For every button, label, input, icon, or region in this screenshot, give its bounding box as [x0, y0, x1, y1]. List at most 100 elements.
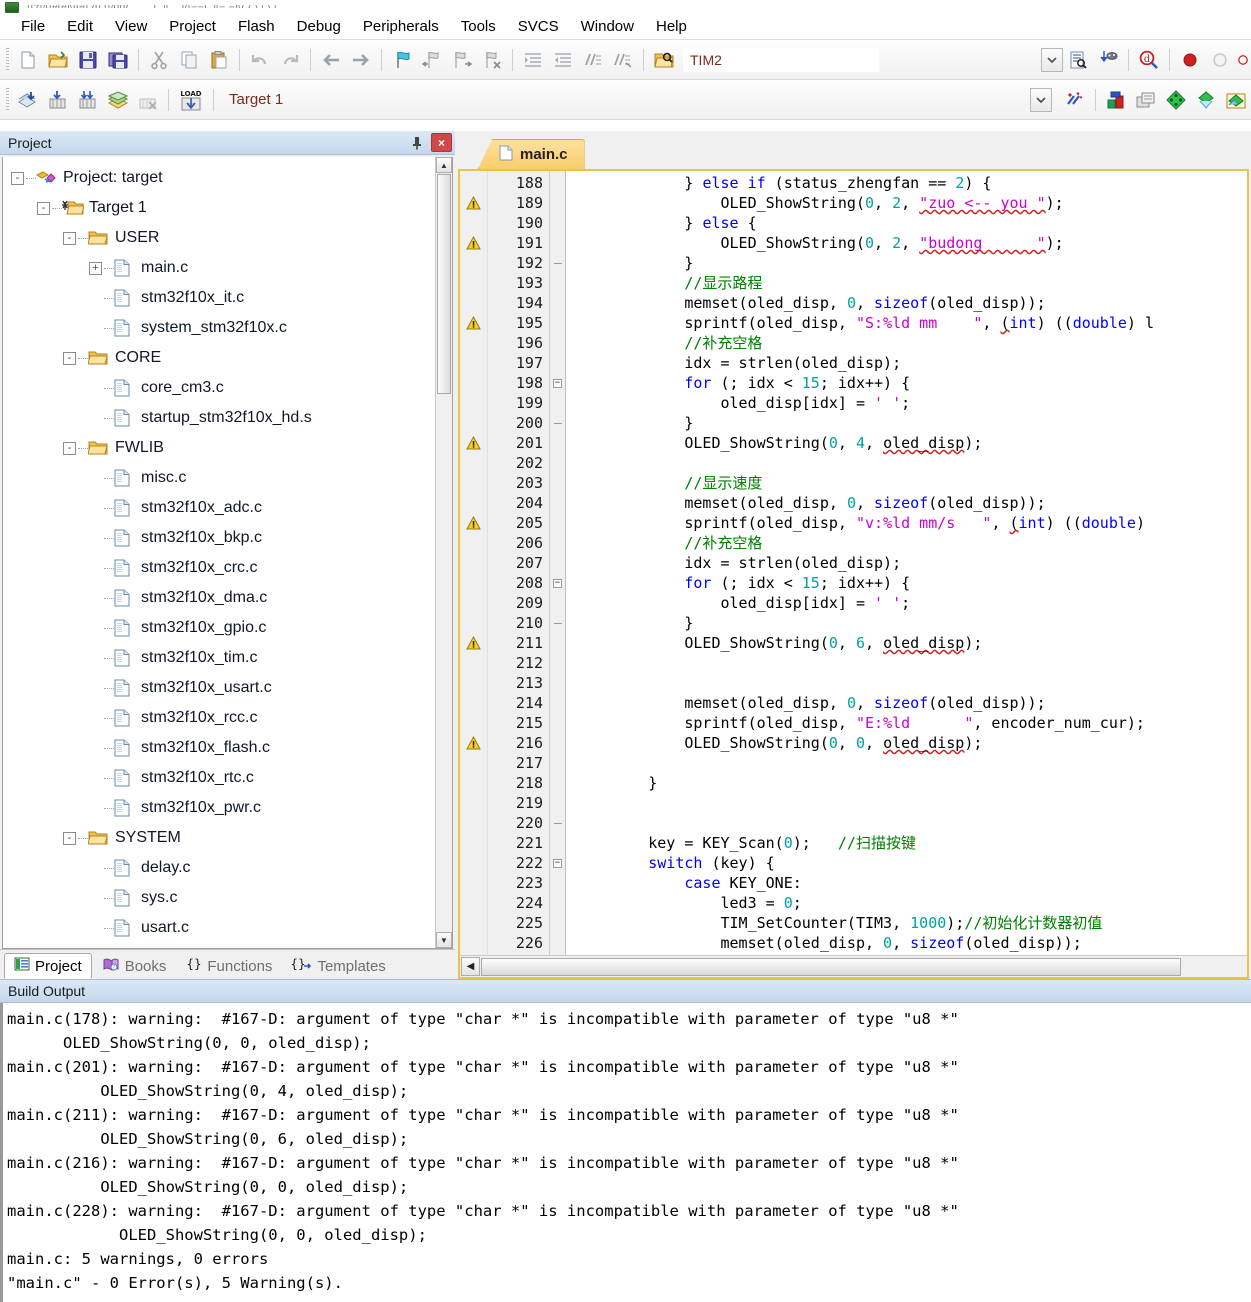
tree-item-main-c[interactable]: + main.c	[11, 253, 435, 283]
find-in-files-icon[interactable]	[649, 45, 679, 75]
cut-icon[interactable]	[144, 45, 174, 75]
menu-project[interactable]: Project	[158, 15, 227, 38]
select-software-packs-icon[interactable]	[1191, 85, 1221, 115]
menu-edit[interactable]: Edit	[56, 15, 104, 38]
collapse-icon[interactable]: -	[63, 231, 76, 245]
menu-peripherals[interactable]: Peripherals	[352, 15, 450, 38]
chevron-down-icon[interactable]	[1041, 47, 1063, 72]
tree-item-stm32f10x-bkp-c[interactable]: stm32f10x_bkp.c	[11, 523, 435, 553]
pane-tab-project[interactable]: Project	[4, 953, 92, 979]
open-file-icon[interactable]	[43, 45, 73, 75]
bookmark-next-icon[interactable]	[447, 45, 477, 75]
pane-tab-books[interactable]: ? Books	[92, 953, 177, 979]
target-options-icon[interactable]	[1060, 85, 1090, 115]
tree-item-sys-c[interactable]: sys.c	[11, 883, 435, 913]
pack-select-icon[interactable]	[1221, 85, 1251, 115]
uncomment-icon[interactable]	[608, 45, 638, 75]
indent-icon[interactable]	[518, 45, 548, 75]
warning-icon[interactable]	[460, 733, 487, 753]
pin-icon[interactable]	[407, 134, 427, 152]
stop-build-icon[interactable]	[133, 85, 163, 115]
close-icon[interactable]: ×	[431, 133, 452, 152]
target-selector[interactable]: Target 1	[229, 91, 283, 108]
warning-icon[interactable]	[460, 513, 487, 533]
breakpoint-red-icon[interactable]	[1175, 45, 1205, 75]
pane-tab-templates[interactable]: {} Templates	[282, 953, 395, 979]
collapse-icon[interactable]: -	[37, 201, 50, 215]
chevron-down-icon[interactable]	[1030, 87, 1052, 112]
tree-item-misc-c[interactable]: misc.c	[11, 463, 435, 493]
tree-item-core-cm3-c[interactable]: core_cm3.c	[11, 373, 435, 403]
warning-icon[interactable]	[460, 233, 487, 253]
scroll-down-icon[interactable]: ▼	[436, 932, 452, 948]
warning-gutter[interactable]	[460, 171, 488, 955]
breakpoint-disable-icon[interactable]	[1205, 45, 1235, 75]
tree-item-fwlib[interactable]: - FWLIB	[11, 433, 435, 463]
toolbar-grip[interactable]	[6, 87, 9, 112]
manage-components-icon[interactable]	[1101, 85, 1131, 115]
fold-toggle-icon[interactable]: −	[550, 853, 565, 873]
save-icon[interactable]	[73, 45, 103, 75]
scroll-left-icon[interactable]: ◀	[461, 957, 480, 976]
build-icon[interactable]	[43, 85, 73, 115]
rebuild-icon[interactable]	[73, 85, 103, 115]
tree-item-stm32f10x-dma-c[interactable]: stm32f10x_dma.c	[11, 583, 435, 613]
fold-toggle-icon[interactable]	[550, 613, 565, 633]
warning-icon[interactable]	[460, 433, 487, 453]
debug-magnifier-icon[interactable]: d	[1134, 45, 1164, 75]
fold-toggle-icon[interactable]	[550, 813, 565, 833]
tree-item-system[interactable]: - SYSTEM	[11, 823, 435, 853]
menu-view[interactable]: View	[104, 15, 158, 38]
tree-item-stm32f10x-flash-c[interactable]: stm32f10x_flash.c	[11, 733, 435, 763]
bookmark-prev-icon[interactable]	[417, 45, 447, 75]
scrollbar-thumb[interactable]	[437, 174, 451, 394]
code-folding-gutter[interactable]: − − −	[550, 171, 566, 955]
fold-toggle-icon[interactable]	[550, 413, 565, 433]
tree-item-stm32f10x-pwr-c[interactable]: stm32f10x_pwr.c	[11, 793, 435, 823]
batch-build-icon[interactable]	[103, 85, 133, 115]
load-icon[interactable]: LOAD	[174, 85, 208, 115]
tree-item-project-target[interactable]: - Project: target	[11, 163, 435, 193]
menu-window[interactable]: Window	[570, 15, 645, 38]
collapse-icon[interactable]: -	[11, 171, 24, 185]
save-all-icon[interactable]	[103, 45, 133, 75]
copy-icon[interactable]	[174, 45, 204, 75]
tree-item-user[interactable]: - USER	[11, 223, 435, 253]
tree-item-system-stm32f10x-c[interactable]: system_stm32f10x.c	[11, 313, 435, 343]
pack-installer-icon[interactable]	[1131, 85, 1161, 115]
scroll-up-icon[interactable]: ▲	[436, 157, 452, 173]
tree-item-stm32f10x-it-c[interactable]: stm32f10x_it.c	[11, 283, 435, 313]
translate-icon[interactable]	[13, 85, 43, 115]
fold-toggle-icon[interactable]: −	[550, 373, 565, 393]
collapse-icon[interactable]: -	[63, 441, 76, 455]
hscrollbar-thumb[interactable]	[481, 957, 1181, 976]
tree-item-startup-stm32f10x-hd-s[interactable]: startup_stm32f10x_hd.s	[11, 403, 435, 433]
tree-item-stm32f10x-adc-c[interactable]: stm32f10x_adc.c	[11, 493, 435, 523]
fold-toggle-icon[interactable]: −	[550, 573, 565, 593]
menu-debug[interactable]: Debug	[286, 15, 352, 38]
breakpoint-disable-all-icon[interactable]	[1235, 45, 1251, 75]
toolbar-grip[interactable]	[6, 47, 9, 72]
configure-icon[interactable]	[1093, 45, 1123, 75]
menu-flash[interactable]: Flash	[227, 15, 286, 38]
warning-icon[interactable]	[460, 313, 487, 333]
comment-icon[interactable]	[578, 45, 608, 75]
undo-icon[interactable]	[245, 45, 275, 75]
forward-arrow-icon[interactable]	[346, 45, 376, 75]
project-tree-scrollbar[interactable]: ▲ ▼	[435, 157, 452, 948]
collapse-icon[interactable]: -	[63, 351, 76, 365]
tree-item-core[interactable]: - CORE	[11, 343, 435, 373]
manage-rte-icon[interactable]	[1161, 85, 1191, 115]
tree-item-usart-c[interactable]: usart.c	[11, 913, 435, 943]
editor-horizontal-scrollbar[interactable]: ◀	[460, 955, 1247, 977]
pane-tab-functions[interactable]: {} Functions	[176, 953, 282, 979]
expand-icon[interactable]: +	[89, 261, 102, 275]
search-input[interactable]: TIM2	[683, 47, 879, 72]
paste-icon[interactable]	[204, 45, 234, 75]
redo-icon[interactable]	[275, 45, 305, 75]
tree-item-stm32f10x-rcc-c[interactable]: stm32f10x_rcc.c	[11, 703, 435, 733]
build-output-console[interactable]: main.c(178): warning: #167-D: argument o…	[0, 1003, 1251, 1302]
tree-item-stm32f10x-usart-c[interactable]: stm32f10x_usart.c	[11, 673, 435, 703]
code-viewport[interactable]: 188 189 190 191 192 193 194 195 196 197 198 199 200 2…	[460, 171, 1247, 955]
tree-item-stm32f10x-crc-c[interactable]: stm32f10x_crc.c	[11, 553, 435, 583]
